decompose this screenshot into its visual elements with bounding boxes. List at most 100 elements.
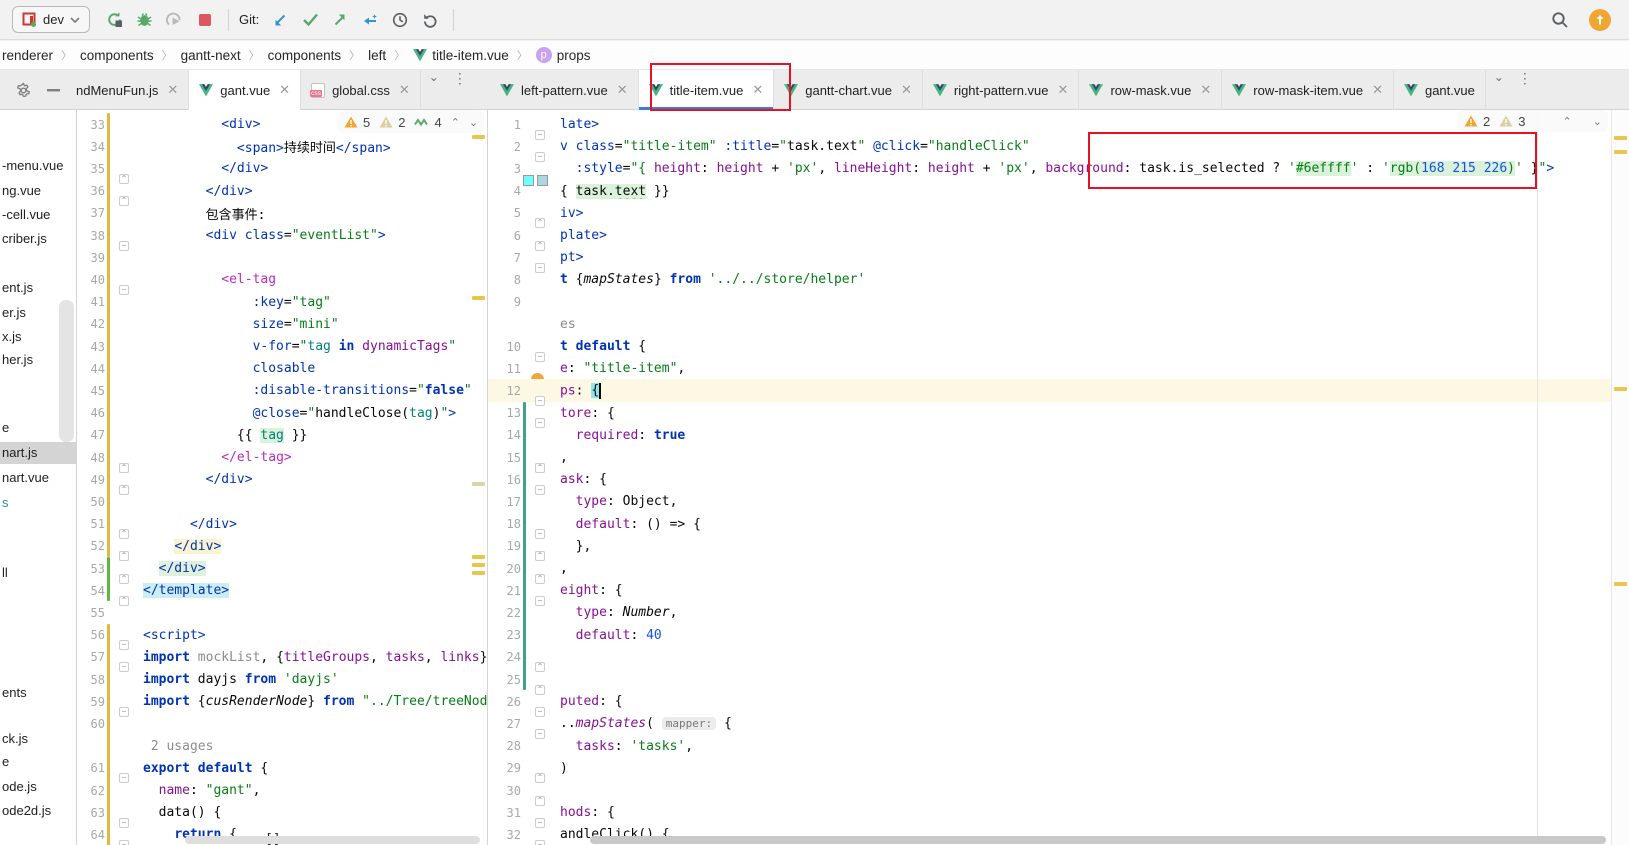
- fold-marker-icon[interactable]: −: [535, 840, 545, 845]
- settings-gear-button[interactable]: [8, 76, 38, 104]
- sidebar-file-item[interactable]: er.js: [2, 302, 26, 324]
- code-line[interactable]: 34 <span>持续时间</span>: [77, 135, 487, 158]
- stripe-warning-mark[interactable]: [1614, 136, 1627, 140]
- code-line[interactable]: 55: [77, 601, 487, 624]
- code-line[interactable]: 42 size="mini": [77, 313, 487, 336]
- code-line[interactable]: 23 default: 40: [488, 624, 1629, 647]
- sidebar-file-item[interactable]: ng.vue: [2, 180, 41, 202]
- code-line[interactable]: 21−eight: {: [488, 579, 1629, 602]
- code-line[interactable]: 41 :key="tag": [77, 291, 487, 314]
- code-line[interactable]: 29⌃): [488, 757, 1629, 780]
- sidebar-file-item[interactable]: -cell.vue: [2, 204, 50, 226]
- code-line[interactable]: 61−export default {: [77, 757, 487, 780]
- code-line[interactable]: 59−import {cusRenderNode} from "../Tree/…: [77, 690, 487, 713]
- sidebar-file-item[interactable]: s: [2, 492, 9, 514]
- close-icon[interactable]: ✕: [901, 82, 912, 98]
- code-line[interactable]: 49⌃ </div>: [77, 468, 487, 491]
- tab-gant.vue[interactable]: gant.vue✕: [189, 70, 301, 110]
- code-line[interactable]: 13−tore: {: [488, 402, 1629, 425]
- h-scrollbar-left[interactable]: [185, 836, 480, 844]
- sidebar-file-item[interactable]: nart.vue: [2, 467, 49, 489]
- code-line[interactable]: 57−import mockList, {titleGroups, tasks,…: [77, 646, 487, 669]
- tab-ndMenuFun.js[interactable]: ndMenuFun.js✕: [66, 70, 189, 110]
- sidebar-scrollbar[interactable]: [59, 300, 74, 442]
- next-problem-icon[interactable]: ⌄: [1593, 115, 1602, 128]
- code-line[interactable]: 9: [488, 291, 1629, 314]
- code-line[interactable]: 58import dayjs from 'dayjs': [77, 668, 487, 691]
- next-problem-icon[interactable]: ⌄: [469, 116, 478, 129]
- code-line[interactable]: 60: [77, 712, 487, 735]
- code-line[interactable]: 8t {mapStates} from '../../store/helper': [488, 268, 1629, 291]
- breadcrumb-item-components[interactable]: components: [78, 46, 156, 65]
- sidebar-file-item[interactable]: -menu.vue: [2, 155, 63, 177]
- sidebar-file-item[interactable]: ck.js: [2, 728, 28, 750]
- inlay-hint-line[interactable]: 2 usages: [77, 735, 487, 758]
- stripe-warning-mark[interactable]: [1614, 150, 1627, 154]
- tab-list-chevron-icon[interactable]: ⌄: [1486, 70, 1512, 110]
- inlay-hint-line[interactable]: es: [488, 313, 1629, 336]
- close-icon[interactable]: ✕: [1200, 82, 1211, 98]
- sidebar-file-item[interactable]: criber.js: [2, 228, 47, 250]
- tab-options-kebab-icon[interactable]: ⋮: [1512, 70, 1538, 110]
- h-scrollbar-right[interactable]: [590, 836, 1606, 844]
- breadcrumb-item-left[interactable]: left: [366, 46, 388, 65]
- sidebar-file-item[interactable]: e: [2, 417, 9, 439]
- git-rollback-button[interactable]: [415, 6, 445, 34]
- inspections-widget-right[interactable]: 2 3 ⌃ ⌄: [1458, 110, 1608, 132]
- stripe-warning-mark[interactable]: [472, 571, 485, 575]
- sidebar-file-item[interactable]: ll: [2, 562, 8, 584]
- sidebar-file-item[interactable]: x.js: [2, 326, 22, 348]
- tab-options-kebab-icon[interactable]: ⋮: [447, 70, 473, 110]
- code-line[interactable]: 43 v-for="tag in dynamicTags": [77, 335, 487, 358]
- run-config-selector[interactable]: dev: [12, 6, 90, 33]
- stripe-warning-mark[interactable]: [472, 135, 485, 139]
- code-line[interactable]: 24⌃: [488, 646, 1629, 669]
- code-line[interactable]: 19⌃ },: [488, 535, 1629, 558]
- inspections-widget-left[interactable]: 5 2 4 ⌃ ⌄: [338, 111, 484, 133]
- tab-list-chevron-icon[interactable]: ⌄: [421, 70, 447, 110]
- code-line[interactable]: 10−t default {: [488, 335, 1629, 358]
- code-line[interactable]: 31−hods: {: [488, 801, 1629, 824]
- code-line[interactable]: 56−<script>: [77, 624, 487, 647]
- close-icon[interactable]: ✕: [167, 82, 178, 98]
- editor-pane-left[interactable]: 33 <div>34 <span>持续时间</span>35⌃ </div>36…: [77, 110, 487, 845]
- stripe-warning-mark[interactable]: [1614, 582, 1627, 586]
- code-line[interactable]: 40− <el-tag: [77, 268, 487, 291]
- tab-gantt-chart.vue[interactable]: gantt-chart.vue✕: [774, 70, 923, 110]
- git-push-button[interactable]: [325, 6, 355, 34]
- git-history-button[interactable]: [385, 6, 415, 34]
- breadcrumb-item-gantt-next[interactable]: gantt-next: [179, 46, 243, 65]
- code-line[interactable]: 6⌃plate>: [488, 224, 1629, 247]
- hide-panel-button[interactable]: [38, 76, 68, 104]
- code-line[interactable]: 36⌃ </div>: [77, 180, 487, 203]
- git-update-button[interactable]: [265, 6, 295, 34]
- sidebar-file-item[interactable]: her.js: [2, 349, 33, 371]
- editor-pane-right[interactable]: 1−late>2−v class="title-item" :title="ta…: [488, 110, 1629, 845]
- tab-left-pattern.vue[interactable]: left-pattern.vue✕: [490, 70, 639, 110]
- code-line[interactable]: 5⌃iv>: [488, 202, 1629, 225]
- code-line[interactable]: 48⌃ </el-tag>: [77, 446, 487, 469]
- search-everywhere-button[interactable]: [1545, 6, 1575, 34]
- code-line[interactable]: 7−pt>: [488, 246, 1629, 269]
- code-line[interactable]: 54⌃</template>: [77, 579, 487, 602]
- stripe-warning-mark[interactable]: [472, 296, 485, 300]
- ide-update-button[interactable]: [1589, 9, 1611, 31]
- error-stripe-right[interactable]: [1611, 110, 1629, 845]
- sidebar-file-item[interactable]: e: [2, 751, 9, 773]
- code-line[interactable]: 53⌃ </div>: [77, 557, 487, 580]
- rerun-button[interactable]: [100, 6, 130, 34]
- code-line[interactable]: 51⌃ </div>: [77, 513, 487, 536]
- close-icon[interactable]: ✕: [1372, 82, 1383, 98]
- code-line[interactable]: 11e: "title-item",: [488, 357, 1629, 380]
- code-line[interactable]: 27−..mapStates( mapper: {: [488, 712, 1629, 735]
- breadcrumb-item-renderer[interactable]: renderer: [0, 46, 55, 65]
- code-line[interactable]: 15⌃,: [488, 446, 1629, 469]
- fold-marker-icon[interactable]: −: [119, 840, 129, 845]
- close-icon[interactable]: ✕: [279, 82, 290, 98]
- sidebar-file-item[interactable]: ode2d.js: [2, 800, 51, 822]
- code-line[interactable]: 62 name: "gant",: [77, 779, 487, 802]
- stop-button[interactable]: [190, 6, 220, 34]
- breadcrumb-item-props[interactable]: pprops: [534, 45, 593, 65]
- code-line[interactable]: 47 {{ tag }}: [77, 424, 487, 447]
- close-icon[interactable]: ✕: [399, 82, 410, 98]
